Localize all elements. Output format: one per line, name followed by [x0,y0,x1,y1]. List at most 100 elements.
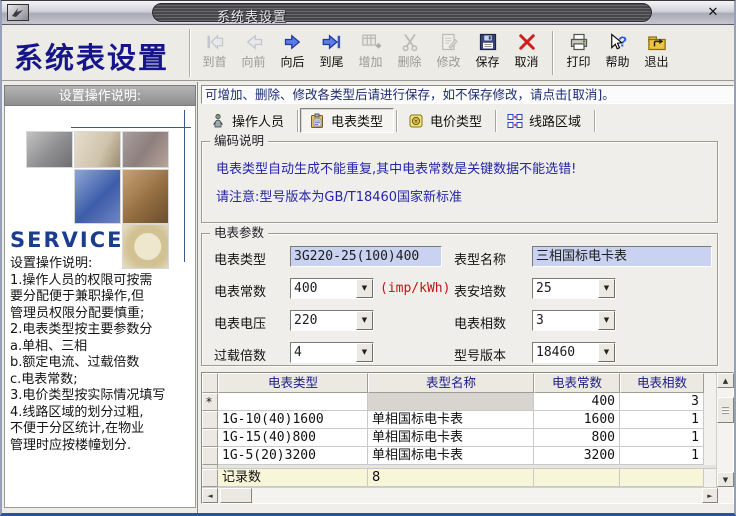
meter-constant-combo[interactable]: 400 ▼ [290,278,374,299]
horizontal-scroll-thumb[interactable] [220,488,252,503]
hands-photo [122,169,169,224]
go-first-icon [205,32,225,52]
scroll-down-button[interactable]: ▼ [717,472,734,487]
grid-cell[interactable]: 1 [620,429,704,447]
toolbar-label: 增加 [358,55,383,69]
instruction-line: b.额定电流、过载倍数 [10,355,140,370]
titlebar: 系统表设置 ✕ [2,1,734,25]
combo-dropdown-button[interactable]: ▼ [356,311,373,330]
close-button[interactable]: ✕ [704,5,722,21]
keyboard-photo [74,169,121,224]
voltage-combo[interactable]: 220 ▼ [290,310,374,331]
sidebar-header: 设置操作说明: [4,85,196,106]
toolbar-button-last[interactable]: 到尾 [312,28,351,78]
sidebar: SERVICE 设置操作说明: 1.操作人员的权限可按需 要分配便于兼职操作,但… [4,106,196,508]
decor-line [184,110,185,262]
tab-separator [495,109,497,132]
scroll-up-button[interactable]: ▲ [717,373,734,388]
toolbar-button-save[interactable]: 保存 [468,28,507,78]
row-selector[interactable] [202,411,218,429]
row-selector[interactable]: * [202,393,218,411]
page-title: 系统表设置 [14,41,170,75]
tab-operators[interactable]: 操作人员 [201,108,295,133]
go-last-icon [322,32,342,52]
combo-dropdown-button[interactable]: ▼ [356,343,373,362]
grid-cell[interactable]: 3 [620,393,704,411]
grid-cell[interactable]: 3200 [534,447,620,465]
combo-dropdown-button[interactable]: ▼ [598,311,615,330]
grid-cell[interactable] [368,393,534,411]
decor-line [71,127,191,128]
meter-type-field[interactable]: 3G220-25(100)400 [290,246,442,267]
params-groupbox: 电表参数 电表类型 3G220-25(100)400 表型名称 三相国标电卡表 … [201,225,718,366]
toolbar-button-exit[interactable]: 退出 [637,28,676,78]
toolbar-button-cancel[interactable]: 取消 [507,28,546,78]
field-label-phases: 电表相数 [454,317,507,332]
grid-cell[interactable] [218,393,368,411]
edit-document-icon [439,32,459,52]
combo-dropdown-button[interactable]: ▼ [598,343,615,362]
overload-combo[interactable]: 4 ▼ [290,342,374,363]
grid-cell[interactable]: 1600 [534,411,620,429]
grid-cell[interactable]: 1G-15(40)800 [218,429,368,447]
grid-corner-cell [202,373,218,393]
vertical-scroll-thumb[interactable] [717,397,734,423]
row-selector[interactable] [202,429,218,447]
ampere-combo[interactable]: 25 ▼ [532,278,616,299]
toolbar-button-help[interactable]: ? 帮助 [598,28,637,78]
toolbar-button-prev[interactable]: 向前 [234,28,273,78]
combo-dropdown-button[interactable]: ▼ [356,279,373,298]
instructions: 设置操作说明: 1.操作人员的权限可按需 要分配便于兼职操作,但 管理员权限分配… [10,256,195,454]
instruction-line: 管理员权限分配要慎重; [10,305,145,321]
toolbar-button-next[interactable]: 向后 [273,28,312,78]
toolbar-separator [552,31,553,75]
phases-combo[interactable]: 3 ▼ [532,310,616,331]
model-version-combo[interactable]: 18460 ▼ [532,342,616,363]
tab-meter-type[interactable]: 电表类型 [300,108,395,133]
column-header-meter-type[interactable]: 电表类型 [218,373,368,393]
person-icon [210,113,226,129]
toolbar-button-delete[interactable]: 删除 [390,28,429,78]
record-count-value: 8 [368,469,534,487]
grid-cell[interactable]: 单相国标电卡表 [368,447,534,465]
toolbar-label: 到尾 [319,55,344,69]
tab-separator [297,109,299,132]
scroll-left-button[interactable]: ◄ [202,488,218,503]
row-selector[interactable] [202,447,218,465]
tab-line-region[interactable]: 线路区域 [498,108,592,133]
column-header-model-name[interactable]: 表型名称 [368,373,534,393]
grid-cell[interactable]: 单相国标电卡表 [368,429,534,447]
grid-cell[interactable]: 400 [534,393,620,411]
window-title: 系统表设置 [217,10,288,25]
column-header-constant[interactable]: 电表常数 [534,373,620,393]
combo-dropdown-button[interactable]: ▼ [598,279,615,298]
grid-cell [534,469,620,487]
grid-cell[interactable]: 800 [534,429,620,447]
scroll-right-button[interactable]: ► [702,488,718,503]
printer-icon [569,32,589,52]
toolbar-label: 删除 [397,55,422,69]
toolbar-button-add[interactable]: 增加 [351,28,390,78]
grid-cell[interactable]: 1G-5(20)3200 [218,447,368,465]
toolbar-button-print[interactable]: 打印 [559,28,598,78]
horizontal-scrollbar[interactable]: ◄ ► [202,487,718,503]
combo-value: 25 [536,281,552,296]
grid-cell [620,469,704,487]
toolbar-button-modify[interactable]: 修改 [429,28,468,78]
grid-cell[interactable]: 单相国标电卡表 [368,411,534,429]
model-name-field[interactable]: 三相国标电卡表 [532,246,712,267]
add-record-icon [361,32,381,52]
tab-price-type[interactable]: 电价类型 [399,108,493,133]
grid-cell[interactable]: 1G-10(40)1600 [218,411,368,429]
field-label-model-name: 表型名称 [454,253,507,268]
tab-label: 电表类型 [331,115,384,130]
vertical-scrollbar[interactable]: ▲ ▼ [716,373,734,503]
toolbar-label: 打印 [566,55,591,69]
combo-value: 220 [294,313,318,328]
column-header-phases[interactable]: 电表相数 [620,373,704,393]
grid-cell[interactable]: 1 [620,411,704,429]
instruction-line: 3.电价类型按实际情况填写 [10,388,166,403]
grid-cell[interactable]: 1 [620,447,704,465]
toolbar-button-first[interactable]: 到首 [195,28,234,78]
toolbar-label: 到首 [202,55,227,69]
